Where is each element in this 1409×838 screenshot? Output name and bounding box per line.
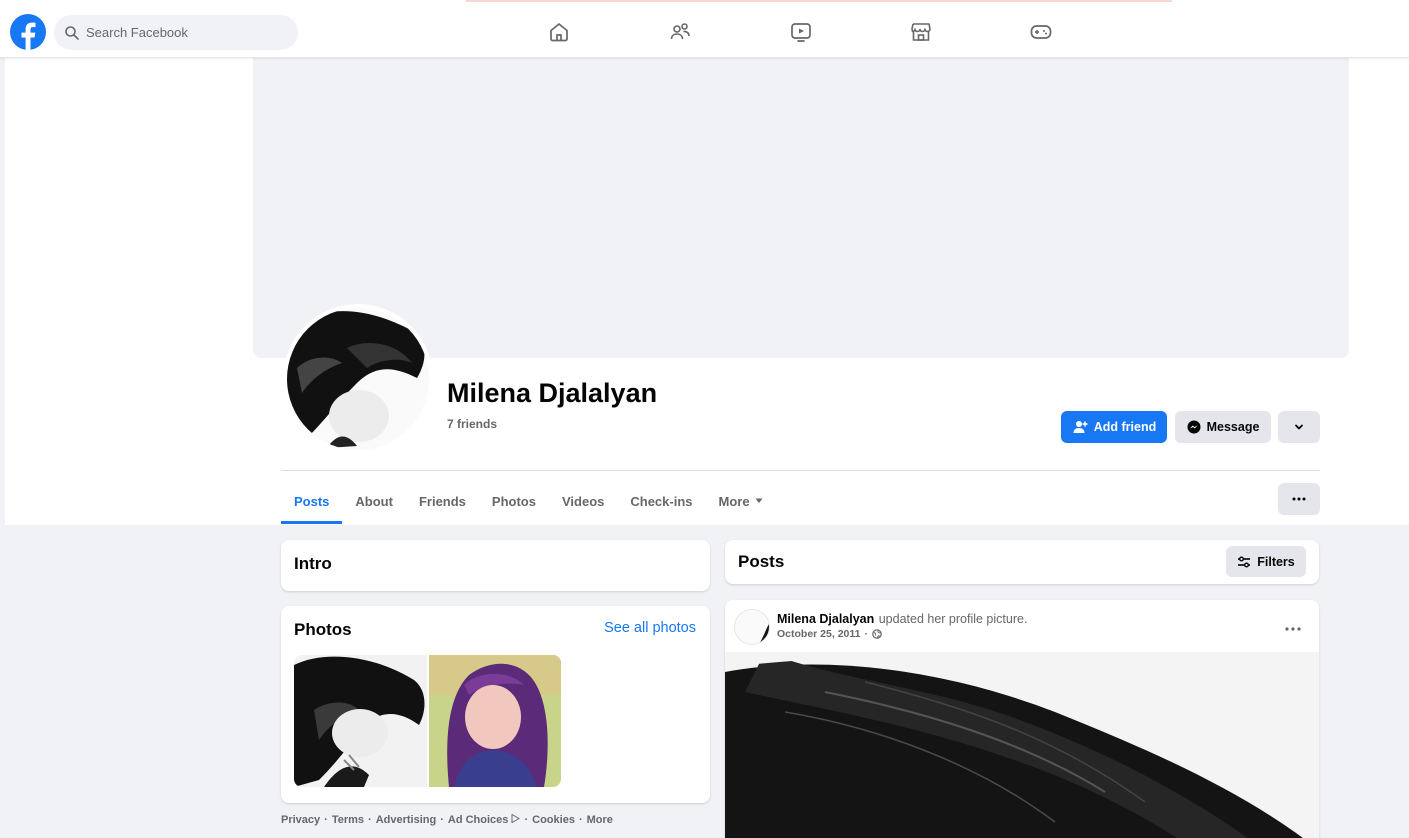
tab-friends[interactable]: Friends	[406, 478, 479, 524]
footer-link-ad-choices[interactable]: Ad Choices	[447, 813, 521, 826]
top-accent-strip	[466, 0, 1172, 2]
profile-tabs: Posts About Friends Photos Videos Check-…	[281, 478, 776, 524]
friends-count[interactable]: 7 friends	[447, 417, 497, 431]
post-image-photo	[725, 652, 1319, 838]
post-options-button[interactable]	[1285, 618, 1301, 636]
search-input[interactable]	[86, 25, 276, 40]
search-icon	[65, 25, 79, 40]
photo-thumbnail[interactable]	[294, 655, 427, 787]
tab-posts[interactable]: Posts	[281, 478, 343, 524]
profile-more-button[interactable]	[1278, 483, 1320, 515]
footer-link-privacy[interactable]: Privacy	[281, 814, 320, 826]
profile-name: Milena Djalalyan	[447, 378, 658, 408]
marketplace-icon[interactable]	[909, 20, 933, 44]
public-globe-icon	[872, 629, 882, 639]
messenger-icon	[1187, 420, 1201, 434]
tab-posts-label: Posts	[294, 493, 330, 509]
cover-photo[interactable]	[253, 58, 1349, 358]
filters-icon	[1238, 556, 1251, 567]
footer-separator: ·	[578, 814, 583, 826]
tab-about[interactable]: About	[342, 478, 406, 524]
intro-card: Intro	[281, 540, 710, 591]
photo-thumbnail[interactable]	[429, 655, 561, 787]
photos-title: Photos	[294, 620, 352, 639]
footer-separator: ·	[440, 814, 444, 826]
post-meta: October 25, 2011 ·	[777, 628, 882, 640]
post-date[interactable]: October 25, 2011	[777, 628, 860, 640]
more-options-dropdown-button[interactable]	[1278, 411, 1320, 443]
tab-check-ins-label: Check-ins	[630, 493, 693, 509]
ad-choices-icon	[511, 813, 521, 824]
tab-videos[interactable]: Videos	[549, 478, 617, 524]
footer-separator: ·	[368, 814, 372, 826]
footer-link-ad-choices-label: Ad Choices	[447, 814, 509, 826]
tab-about-label: About	[355, 493, 393, 509]
more-horizontal-icon	[1285, 627, 1301, 631]
post-author-avatar[interactable]	[734, 609, 770, 645]
post-author-name[interactable]: Milena Djalalyan	[777, 612, 874, 626]
tab-videos-label: Videos	[561, 493, 605, 509]
footer-link-terms[interactable]: Terms	[332, 814, 364, 826]
top-navigation-bar	[0, 0, 1409, 58]
watch-icon[interactable]	[789, 20, 813, 44]
photo-thumbnail-image	[294, 655, 427, 787]
intro-title: Intro	[294, 554, 332, 573]
profile-picture-image	[287, 308, 429, 450]
add-friend-label: Add friend	[1093, 420, 1157, 434]
post-card: Milena Djalalyan updated her profile pic…	[725, 600, 1319, 838]
filters-label: Filters	[1257, 554, 1295, 569]
photos-card: Photos See all photos	[281, 606, 710, 803]
post-author-avatar-image	[735, 610, 769, 644]
message-label: Message	[1206, 420, 1260, 434]
post-action-text: updated her profile picture.	[878, 612, 1028, 626]
chevron-down-icon	[1295, 424, 1303, 430]
post-date-separator: ·	[864, 628, 868, 640]
home-icon[interactable]	[547, 20, 571, 44]
footer-link-more[interactable]: More	[587, 814, 613, 826]
see-all-photos-link[interactable]: See all photos	[604, 620, 696, 636]
footer-links: Privacy · Terms · Advertising · Ad Choic…	[281, 813, 613, 826]
caret-down-icon	[755, 498, 763, 503]
tab-more-label: More	[718, 493, 750, 509]
gaming-icon[interactable]	[1029, 20, 1053, 44]
tab-more[interactable]: More	[706, 478, 776, 524]
post-header-line: Milena Djalalyan updated her profile pic…	[777, 610, 1027, 628]
filters-button[interactable]: Filters	[1226, 546, 1306, 577]
more-horizontal-icon	[1292, 497, 1306, 501]
tab-check-ins[interactable]: Check-ins	[617, 478, 705, 524]
tab-photos[interactable]: Photos	[479, 478, 549, 524]
footer-separator: ·	[524, 814, 529, 826]
facebook-logo-icon[interactable]	[10, 14, 46, 50]
footer-link-advertising[interactable]: Advertising	[376, 814, 437, 826]
profile-avatar[interactable]	[283, 304, 433, 454]
tab-friends-label: Friends	[418, 493, 466, 509]
message-button[interactable]: Message	[1175, 411, 1271, 443]
post-image[interactable]	[725, 652, 1319, 838]
photo-thumbnail-image	[429, 655, 561, 787]
footer-separator: ·	[324, 814, 328, 826]
tab-photos-label: Photos	[491, 493, 536, 509]
posts-header-card: Posts Filters	[725, 540, 1319, 584]
friends-icon[interactable]	[668, 20, 692, 44]
add-friend-button[interactable]: Add friend	[1061, 411, 1167, 443]
posts-title: Posts	[738, 552, 785, 571]
footer-link-cookies[interactable]: Cookies	[532, 814, 575, 826]
add-person-icon	[1073, 421, 1088, 433]
search-box[interactable]	[54, 15, 298, 50]
profile-divider	[281, 470, 1320, 471]
